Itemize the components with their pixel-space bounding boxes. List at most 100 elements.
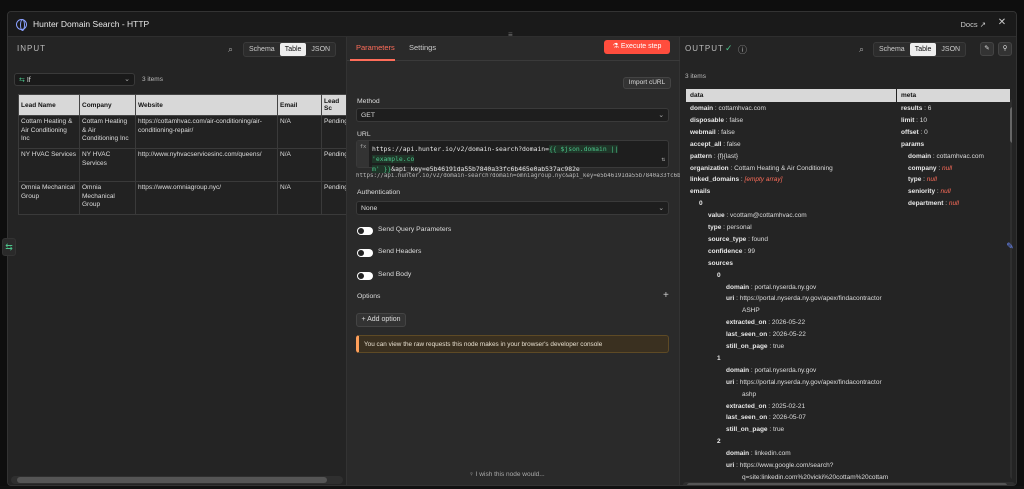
output-header: OUTPUT	[685, 44, 724, 53]
json-key: company	[908, 164, 937, 172]
url-label: URL	[357, 131, 371, 138]
column-header: Email	[277, 94, 322, 116]
json-value-continuation: ASHP	[742, 307, 760, 315]
output-view-table[interactable]: Table	[909, 43, 937, 56]
close-icon[interactable]: ✕	[994, 17, 1010, 31]
json-row: extracted_on : 2025-02-21	[726, 403, 805, 410]
output-view-json[interactable]: JSON	[936, 43, 965, 56]
json-value: cottamhvac.com	[936, 152, 984, 160]
method-label: Method	[357, 98, 380, 105]
json-row: 2	[717, 438, 721, 445]
info-icon[interactable]: ⓘ	[738, 43, 747, 56]
output-view-schema[interactable]: Schema	[874, 43, 910, 56]
json-value: 0	[924, 128, 928, 136]
json-key: 1	[717, 354, 721, 362]
feedback-link[interactable]: ♀ I wish this node would...	[469, 471, 545, 478]
output-vertical-scrollbar[interactable]	[1010, 99, 1012, 479]
feedback-label: I wish this node would...	[475, 471, 545, 478]
import-curl-button[interactable]: Import cURL	[623, 77, 671, 89]
input-view-json[interactable]: JSON	[306, 43, 335, 56]
add-option-button[interactable]: + Add option	[356, 313, 406, 327]
scrollbar-thumb[interactable]	[17, 477, 327, 483]
json-key: 0	[699, 200, 703, 208]
json-row: value : vcottam@cottamhvac.com	[708, 212, 807, 219]
table-cell: N/A	[277, 181, 322, 215]
send-body-toggle[interactable]	[357, 272, 373, 280]
expression-icon: fx	[357, 141, 369, 167]
json-key: organization	[690, 164, 729, 172]
json-value: 10	[919, 116, 928, 124]
input-node-select[interactable]: ⇆ If ⌄	[14, 73, 135, 86]
json-row: 0	[717, 272, 721, 279]
json-key: last_seen_on	[726, 414, 768, 422]
json-value: 2026-05-22	[771, 319, 806, 327]
json-row: organization : Cottam Heating & Air Cond…	[690, 165, 833, 172]
json-row: department : null	[908, 200, 959, 207]
json-value: 2026-05-22	[772, 331, 806, 339]
table-cell: N/A	[277, 115, 322, 149]
json-key: offset	[901, 128, 919, 136]
send-headers-toggle[interactable]	[357, 249, 373, 257]
json-key: extracted_on	[726, 402, 767, 410]
table-row: NY HVAC Services NY HVAC Services http:/…	[18, 148, 347, 182]
url-expression-input[interactable]: fx https://api.hunter.io/v2/domain-searc…	[356, 140, 669, 173]
json-row: company : null	[908, 165, 952, 172]
input-view-table[interactable]: Table	[279, 43, 307, 56]
table-cell: NY HVAC Services	[18, 148, 80, 182]
authentication-value: None	[361, 205, 378, 212]
table-cell: N/A	[277, 148, 322, 182]
json-value-continuation: q=site:linkedin.com%20vicki%20cottam%20c…	[742, 473, 889, 481]
json-row: 1	[717, 355, 721, 362]
json-row: uri : https://portal.nyserda.ny.gov/apex…	[726, 379, 882, 386]
node-window: Hunter Domain Search - HTTP Docs ↗ ✕ INP…	[7, 11, 1017, 486]
scrollbar-thumb[interactable]	[1010, 107, 1012, 143]
pin-data-icon[interactable]: ⚲	[998, 42, 1012, 56]
send-query-parameters-toggle[interactable]	[357, 227, 373, 235]
edit-output-icon[interactable]: ✎	[980, 42, 994, 56]
json-key: emails	[690, 188, 711, 196]
table-cell: https://www.omniagroup.nyc/	[135, 181, 278, 215]
input-side-handle[interactable]: ⇆	[2, 238, 16, 256]
url-text-part2: &api_key=e5b46191da55b7840a33fc6b465e0ab…	[391, 165, 580, 173]
json-value: cottamhvac.com	[718, 105, 766, 112]
table-cell: NY HVAC Services	[79, 148, 136, 182]
authentication-select[interactable]: None ⌄	[356, 201, 669, 215]
method-select[interactable]: GET ⌄	[356, 108, 669, 122]
input-horizontal-scrollbar[interactable]	[11, 476, 343, 484]
search-icon[interactable]: ⌕	[228, 44, 233, 55]
tab-parameters[interactable]: Parameters	[356, 43, 395, 52]
json-row: extracted_on : 2026-05-22	[726, 319, 805, 326]
json-key: type	[708, 224, 722, 231]
json-key: source_type	[708, 235, 747, 243]
if-node-icon: ⇆	[19, 77, 25, 84]
docs-label: Docs	[960, 20, 978, 29]
table-cell: http://www.nyhvacservicesinc.com/queens/	[135, 148, 278, 182]
json-row: still_on_page : true	[726, 343, 784, 350]
output-panel: OUTPUT ✓ ⓘ ⌕ Schema Table JSON ✎ ⚲ 3 ite…	[680, 37, 1016, 485]
json-key: confidence	[708, 247, 743, 255]
column-header-data: data	[686, 89, 896, 102]
expand-icon[interactable]: ⇅	[661, 155, 665, 165]
json-row: domain : cottamhvac.com	[690, 105, 766, 112]
json-key: still_on_page	[726, 343, 768, 350]
options-label: Options	[357, 293, 381, 300]
developer-console-notice: You can view the raw requests this node …	[356, 335, 669, 353]
plus-icon[interactable]: +	[663, 290, 669, 301]
edit-side-icon[interactable]: ✎	[1003, 238, 1017, 256]
url-preview: https://api.hunter.io/v2/domain-search?d…	[356, 173, 681, 179]
docs-link[interactable]: Docs ↗	[961, 20, 986, 29]
table-row: Cottam Heating & Air Conditioning Inc Co…	[18, 115, 347, 149]
execute-step-button[interactable]: ⚗ Execute step	[604, 40, 670, 54]
json-key: still_on_page	[726, 426, 768, 434]
table-cell: Pending	[321, 181, 347, 215]
tab-settings[interactable]: Settings	[409, 43, 436, 52]
search-icon[interactable]: ⌕	[859, 44, 864, 55]
json-row: params	[901, 141, 924, 148]
json-key: last_seen_on	[726, 331, 768, 339]
json-row: last_seen_on : 2026-05-22	[726, 331, 806, 338]
json-key: linked_domains	[690, 176, 740, 184]
input-view-schema[interactable]: Schema	[244, 43, 280, 56]
url-text-part1: https://api.hunter.io/v2/domain-search?d…	[372, 145, 549, 153]
json-row: type : personal	[708, 224, 752, 231]
globe-icon	[16, 18, 27, 31]
